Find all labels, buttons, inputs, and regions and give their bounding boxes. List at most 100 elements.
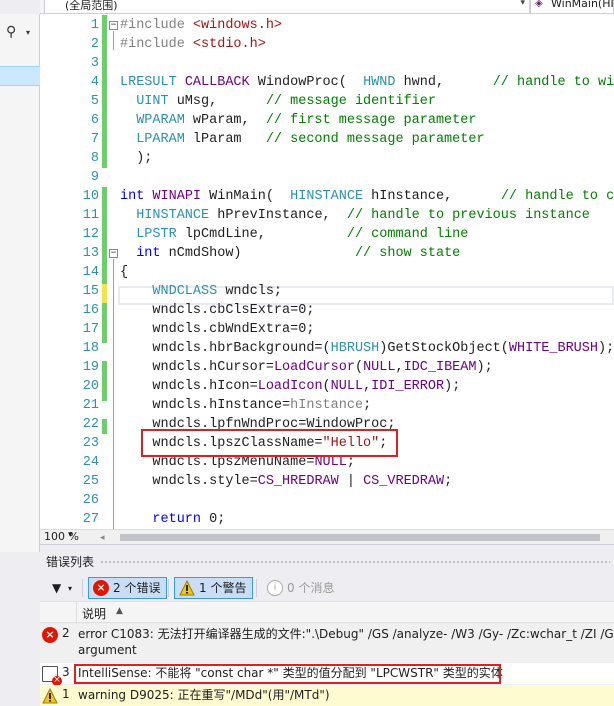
code-line: #include <windows.h> xyxy=(120,18,283,33)
line-number: 17 xyxy=(82,322,99,337)
row-description: warning D9025: 正在重写"/MDd"(用"/MTd") xyxy=(78,688,330,702)
line-number: 22 xyxy=(82,417,99,432)
messages-filter-label: 0 个消息 xyxy=(287,581,335,595)
highlight-box-intellisense xyxy=(74,664,501,684)
code-line: HINSTANCE hPrevInstance, // handle to pr… xyxy=(136,208,590,223)
line-number: 20 xyxy=(82,379,99,394)
line-number: 11 xyxy=(82,208,99,223)
line-number: 26 xyxy=(82,493,99,508)
collapse-icon[interactable]: − xyxy=(109,21,118,30)
line-number: 12 xyxy=(82,227,99,242)
code-line: WNDCLASS wndcls; xyxy=(152,284,283,299)
line-number: 8 xyxy=(90,151,99,166)
horizontal-scrollbar[interactable] xyxy=(120,534,600,541)
error-list-toolbar: ▼ ▾ × 2 个错误 1 个警告 i 0 个消息 xyxy=(40,575,614,601)
line-number: 10 xyxy=(82,189,99,204)
code-line: WPARAM wParam, // first message paramete… xyxy=(136,113,477,128)
code-line: wndcls.hIcon=LoadIcon(NULL,IDI_ERROR); xyxy=(120,379,461,394)
code-line: return 0; xyxy=(152,512,226,527)
method-icon: ◈ xyxy=(535,0,543,9)
editor-status-bar: 100 % ▾ ◂ xyxy=(40,529,614,544)
error-icon: × xyxy=(42,627,58,643)
row-number: 1 xyxy=(62,687,70,701)
line-number: 23 xyxy=(82,436,99,451)
line-number: 25 xyxy=(82,474,99,489)
line-number: 14 xyxy=(82,265,99,280)
scope-dropdown-label: (全局范围) xyxy=(65,0,118,12)
selected-tree-item[interactable] xyxy=(0,66,40,86)
code-editor[interactable]: 1 2 3 4 5 6 7 8 9 10 11 12 13 14 15 16 17 18 19 20 21 22 23 24 2… xyxy=(40,14,614,529)
messages-filter-button[interactable]: i 0 个消息 xyxy=(262,577,341,599)
panel-grip[interactable] xyxy=(100,560,610,565)
solution-explorer-fragment: ⚲ ▾ xyxy=(0,14,40,552)
chevron-down-icon: ▾ xyxy=(520,0,525,8)
zoom-level[interactable]: 100 % xyxy=(44,530,79,543)
line-number: 6 xyxy=(90,113,99,128)
code-line: UINT uMsg, // message identifier xyxy=(136,94,436,109)
code-line: int nCmdShow) // show state xyxy=(136,246,461,261)
line-number: 19 xyxy=(82,360,99,375)
line-number: 5 xyxy=(90,94,99,109)
scope-dropdown[interactable]: (全局范围) ▾ xyxy=(44,0,530,14)
intellisense-error-icon xyxy=(42,666,62,686)
code-line: wndcls.cbClsExtra=0; xyxy=(120,303,315,318)
code-line: wndcls.hbrBackground=(HBRUSH)GetStockObj… xyxy=(120,341,614,356)
line-number: 7 xyxy=(90,132,99,147)
line-number: 27 xyxy=(82,512,99,527)
navigation-bar: (全局范围) ▾ ◈ WinMain(HINSTANCE xyxy=(0,0,614,14)
warnings-filter-button[interactable]: 1 个警告 xyxy=(174,577,254,599)
errors-filter-label: 2 个错误 xyxy=(113,581,161,595)
error-icon: × xyxy=(93,580,109,596)
row-description: error C1083: 无法打开编译器生成的文件:".\Debug" /GS … xyxy=(78,627,614,641)
chevron-down-icon[interactable]: ▾ xyxy=(68,530,73,540)
warning-icon xyxy=(179,580,195,596)
line-number: 13 xyxy=(82,246,99,261)
error-row[interactable]: × 2 error C1083: 无法打开编译器生成的文件:".\Debug" … xyxy=(40,624,614,662)
column-header-description[interactable]: 说明 xyxy=(82,605,106,622)
member-dropdown-label: WinMain(HINSTANCE xyxy=(551,0,614,10)
chevron-down-icon[interactable]: ▾ xyxy=(26,28,30,37)
code-line: LPSTR lpCmdLine, // command line xyxy=(136,227,469,242)
code-line: LRESULT CALLBACK WindowProc( HWND hwnd, … xyxy=(120,75,614,90)
row-number: 2 xyxy=(62,626,70,640)
member-dropdown[interactable]: ◈ WinMain(HINSTANCE xyxy=(530,0,614,14)
warning-icon xyxy=(42,688,58,704)
line-number: 1 xyxy=(90,18,99,33)
filter-icon[interactable]: ▼ xyxy=(52,581,61,595)
line-number: 15 xyxy=(82,284,99,299)
highlight-box-classname xyxy=(141,429,398,457)
info-icon: i xyxy=(267,580,283,596)
line-number: 16 xyxy=(82,303,99,318)
code-line: wndcls.hInstance=hInstance; xyxy=(120,398,372,413)
line-number: 9 xyxy=(90,170,99,185)
code-line: wndcls.cbWndExtra=0; xyxy=(120,322,315,337)
code-line: { xyxy=(120,265,129,280)
change-tracking-bar xyxy=(102,15,107,515)
line-number: 18 xyxy=(82,341,99,356)
line-number: 4 xyxy=(90,75,99,90)
panel-title: 错误列表 xyxy=(46,555,95,569)
errors-filter-button[interactable]: × 2 个错误 xyxy=(88,577,168,599)
warning-row[interactable]: 1 warning D9025: 正在重写"/MDd"(用"/MTd") xyxy=(40,685,614,706)
code-line: ); xyxy=(120,151,153,166)
toolbar-fragment xyxy=(0,0,40,14)
line-number: 24 xyxy=(82,455,99,470)
error-list-header: 说明 ▲ xyxy=(40,601,614,624)
row-number: 3 xyxy=(62,665,70,679)
code-line: #include <stdio.h> xyxy=(120,37,266,52)
search-icon[interactable]: ⚲ xyxy=(6,24,16,40)
warnings-filter-label: 1 个警告 xyxy=(199,581,247,595)
row-description-cont: argument xyxy=(78,643,137,657)
line-number: 3 xyxy=(90,56,99,71)
code-line: LPARAM lParam // second message paramete… xyxy=(136,132,485,147)
collapse-icon[interactable]: − xyxy=(109,249,118,258)
line-number: 21 xyxy=(82,398,99,413)
code-line: wndcls.hCursor=LoadCursor(NULL,IDC_IBEAM… xyxy=(120,360,493,375)
code-line: int WINAPI WinMain( HINSTANCE hInstance,… xyxy=(120,189,614,204)
error-list-panel: 错误列表 ▼ ▾ × 2 个错误 1 个警告 i 0 个消息 说明 ▲ × 2 … xyxy=(40,544,614,706)
code-line: wndcls.style=CS_HREDRAW | CS_VREDRAW; xyxy=(120,474,453,489)
line-number: 2 xyxy=(90,37,99,52)
sort-ascending-icon: ▲ xyxy=(116,606,123,616)
scroll-left-icon[interactable]: ◂ xyxy=(100,533,105,543)
chevron-down-icon[interactable]: ▾ xyxy=(68,584,72,593)
